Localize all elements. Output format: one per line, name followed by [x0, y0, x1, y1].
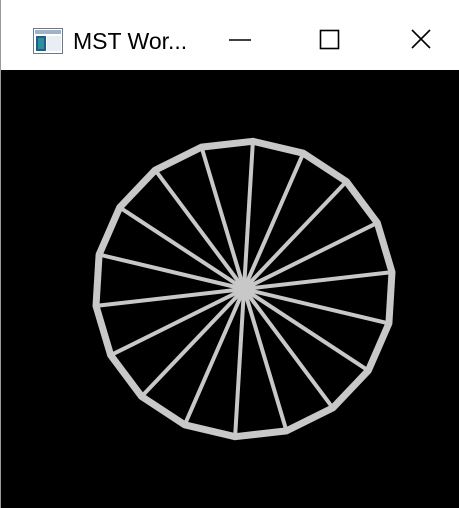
app-window: MST Wor... [0, 0, 459, 508]
minimize-icon [229, 39, 251, 41]
wheel-spoke [242, 287, 289, 433]
minimize-button[interactable] [197, 0, 287, 70]
window-title: MST Wor... [73, 28, 188, 54]
close-icon [411, 29, 431, 49]
wheel-spoke [242, 270, 394, 291]
maximize-button[interactable] [287, 0, 377, 70]
wheel-spoke [242, 287, 371, 373]
render-canvas[interactable] [1, 70, 459, 508]
wheel-hub [237, 282, 251, 296]
window-app-icon[interactable] [33, 28, 63, 54]
wheel-drawing [92, 137, 396, 441]
wheel-spoke [139, 287, 246, 399]
wheel-spoke [108, 287, 246, 358]
maximize-icon [319, 29, 340, 50]
wheel-spoke [242, 220, 380, 291]
title-bar[interactable]: MST Wor... [1, 0, 459, 70]
close-button[interactable] [377, 0, 459, 70]
wheel-spoke [117, 205, 246, 291]
wheel-spoke [94, 287, 246, 308]
wheel-spoke [199, 145, 246, 291]
wheel-spoke [242, 179, 349, 291]
